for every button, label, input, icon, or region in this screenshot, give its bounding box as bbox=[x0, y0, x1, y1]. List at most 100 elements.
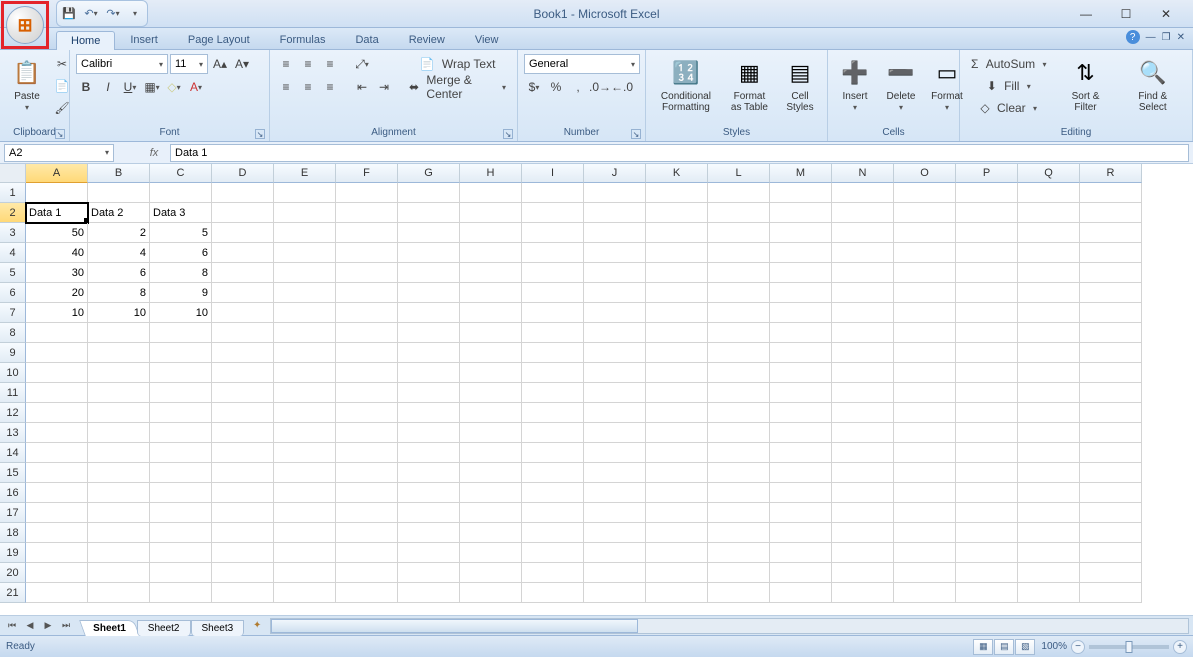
cell[interactable] bbox=[894, 303, 956, 323]
cell[interactable] bbox=[708, 243, 770, 263]
cell[interactable] bbox=[398, 223, 460, 243]
cell[interactable] bbox=[956, 503, 1018, 523]
cell[interactable] bbox=[584, 423, 646, 443]
comma-icon[interactable]: , bbox=[568, 77, 588, 97]
cell[interactable] bbox=[708, 363, 770, 383]
column-header[interactable]: P bbox=[956, 164, 1018, 183]
cell[interactable] bbox=[398, 183, 460, 203]
cell[interactable] bbox=[708, 463, 770, 483]
cell[interactable] bbox=[26, 523, 88, 543]
cell[interactable] bbox=[646, 183, 708, 203]
cell[interactable] bbox=[212, 543, 274, 563]
cell[interactable] bbox=[770, 563, 832, 583]
cell[interactable] bbox=[708, 403, 770, 423]
cell[interactable] bbox=[708, 303, 770, 323]
cell[interactable] bbox=[88, 483, 150, 503]
tab-view[interactable]: View bbox=[460, 30, 514, 49]
cell[interactable] bbox=[1018, 523, 1080, 543]
minimize-button[interactable]: — bbox=[1071, 5, 1101, 23]
cell[interactable] bbox=[770, 263, 832, 283]
cell[interactable] bbox=[646, 463, 708, 483]
cell[interactable] bbox=[584, 203, 646, 223]
cell[interactable] bbox=[770, 423, 832, 443]
column-header[interactable]: K bbox=[646, 164, 708, 183]
cell[interactable]: 10 bbox=[88, 303, 150, 323]
cell[interactable] bbox=[584, 263, 646, 283]
cell-styles-button[interactable]: ▤Cell Styles bbox=[779, 54, 821, 116]
row-header[interactable]: 16 bbox=[0, 483, 26, 503]
cell[interactable] bbox=[274, 523, 336, 543]
cell[interactable] bbox=[274, 483, 336, 503]
cell[interactable] bbox=[956, 363, 1018, 383]
increase-font-icon[interactable]: A▴ bbox=[210, 54, 230, 74]
column-header[interactable]: C bbox=[150, 164, 212, 183]
cell[interactable] bbox=[584, 183, 646, 203]
cell[interactable] bbox=[956, 443, 1018, 463]
cell[interactable] bbox=[26, 343, 88, 363]
column-header[interactable]: A bbox=[26, 164, 88, 183]
cell[interactable] bbox=[460, 203, 522, 223]
cell[interactable] bbox=[460, 323, 522, 343]
cell[interactable] bbox=[522, 403, 584, 423]
cell[interactable] bbox=[274, 363, 336, 383]
cell[interactable] bbox=[274, 283, 336, 303]
autosum-button[interactable]: Σ AutoSum ▾ bbox=[966, 54, 1051, 74]
cell[interactable] bbox=[522, 503, 584, 523]
cell[interactable] bbox=[150, 383, 212, 403]
cell[interactable] bbox=[1018, 343, 1080, 363]
cell[interactable] bbox=[336, 323, 398, 343]
cell[interactable]: Data 3 bbox=[150, 203, 212, 223]
cell[interactable] bbox=[274, 443, 336, 463]
cell[interactable] bbox=[770, 443, 832, 463]
cell[interactable] bbox=[336, 423, 398, 443]
cell[interactable] bbox=[832, 523, 894, 543]
cell[interactable]: 50 bbox=[26, 223, 88, 243]
cell[interactable] bbox=[708, 343, 770, 363]
cell[interactable] bbox=[584, 443, 646, 463]
cell[interactable] bbox=[708, 203, 770, 223]
cell[interactable] bbox=[832, 203, 894, 223]
cell[interactable] bbox=[584, 363, 646, 383]
cell[interactable] bbox=[832, 343, 894, 363]
cell[interactable] bbox=[956, 463, 1018, 483]
cell[interactable] bbox=[460, 463, 522, 483]
cell[interactable] bbox=[274, 403, 336, 423]
tab-page-layout[interactable]: Page Layout bbox=[173, 30, 265, 49]
cell[interactable] bbox=[212, 523, 274, 543]
cell[interactable] bbox=[894, 223, 956, 243]
find-select-button[interactable]: 🔍Find & Select bbox=[1120, 54, 1186, 116]
cell[interactable] bbox=[336, 463, 398, 483]
column-header[interactable]: I bbox=[522, 164, 584, 183]
cell[interactable] bbox=[956, 203, 1018, 223]
cell[interactable] bbox=[894, 383, 956, 403]
select-all-button[interactable] bbox=[0, 164, 26, 183]
cell[interactable] bbox=[584, 283, 646, 303]
cell[interactable] bbox=[88, 443, 150, 463]
cell[interactable] bbox=[770, 243, 832, 263]
cell[interactable] bbox=[894, 183, 956, 203]
office-button[interactable]: ⊞ bbox=[6, 6, 44, 44]
cell[interactable] bbox=[646, 563, 708, 583]
cell[interactable] bbox=[1018, 183, 1080, 203]
cell[interactable]: 5 bbox=[150, 223, 212, 243]
cell[interactable] bbox=[832, 463, 894, 483]
cell[interactable] bbox=[832, 423, 894, 443]
cell[interactable] bbox=[26, 583, 88, 603]
cell[interactable] bbox=[460, 363, 522, 383]
paste-button[interactable]: 📋 Paste ▾ bbox=[6, 54, 48, 116]
cell[interactable] bbox=[584, 483, 646, 503]
cell[interactable] bbox=[26, 323, 88, 343]
fill-color-icon[interactable]: ◇▾ bbox=[164, 77, 184, 97]
cell[interactable] bbox=[26, 463, 88, 483]
italic-button[interactable]: I bbox=[98, 77, 118, 97]
sort-filter-button[interactable]: ⇅Sort & Filter bbox=[1055, 54, 1115, 116]
cell[interactable] bbox=[212, 443, 274, 463]
cell[interactable] bbox=[212, 283, 274, 303]
cell[interactable] bbox=[88, 323, 150, 343]
row-header[interactable]: 1 bbox=[0, 183, 26, 203]
cell[interactable] bbox=[274, 323, 336, 343]
cell[interactable] bbox=[1018, 283, 1080, 303]
cell[interactable] bbox=[274, 543, 336, 563]
zoom-in-button[interactable]: + bbox=[1173, 640, 1187, 654]
cell[interactable] bbox=[1080, 483, 1142, 503]
